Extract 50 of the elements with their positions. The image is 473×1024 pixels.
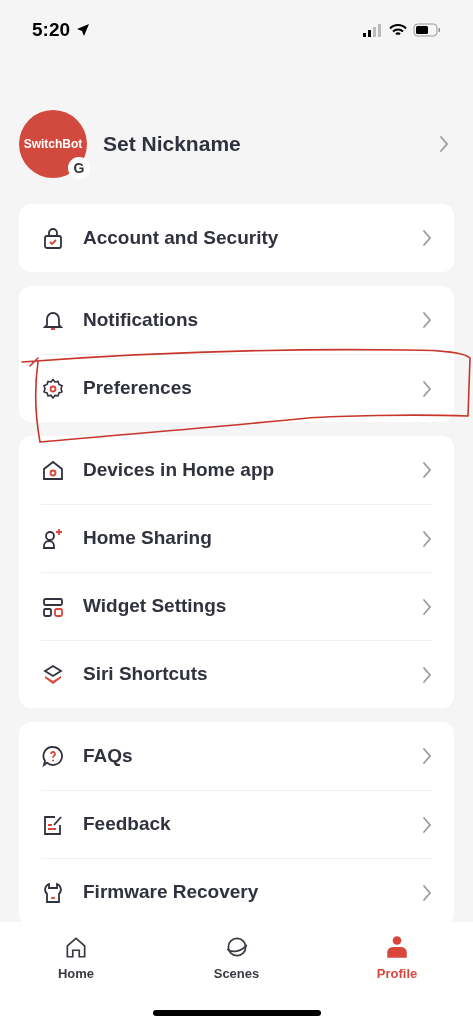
chevron-right-icon [422,379,432,398]
menu-label: Feedback [83,812,172,837]
menu-label: Preferences [83,376,193,401]
battery-icon [413,23,441,37]
house-icon [41,458,65,482]
google-badge: G [68,157,90,179]
chevron-right-icon [422,461,432,479]
menu-item[interactable]: Feedback [41,790,432,858]
signal-icon [363,23,383,37]
menu-label: Home Sharing [83,526,213,551]
menu-label: FAQs [83,743,134,768]
chevron-right-icon [422,311,432,329]
menu-item[interactable]: FAQs [41,722,432,790]
menu-item[interactable]: Widget Settings [41,572,432,640]
menu-label: Siri Shortcuts [83,662,209,687]
nickname: Set Nickname [103,131,242,158]
menu-item[interactable]: Account and Security [41,204,432,272]
chevron-right-icon [422,747,432,765]
profile-row[interactable]: SwitchBot G Set Nickname [19,110,454,178]
menu-label: Devices in Home app [83,457,276,482]
wifi-icon [389,23,407,37]
avatar-text: SwitchBot [23,136,83,153]
people-icon [41,526,65,551]
menu-label: Widget Settings [83,594,228,619]
menu-label: Firmware Recovery [83,880,260,905]
chevron-right-icon [422,815,432,834]
tab[interactable]: Profile [367,934,427,984]
chevron-right-icon [422,529,432,548]
menu-item[interactable]: Devices in Home app [41,436,432,504]
layers-icon [41,662,65,687]
location-arrow-icon [76,23,91,37]
menu-label: Notifications [83,307,200,332]
chevron-right-icon [439,135,449,153]
tab[interactable]: Home [46,934,106,984]
chevron-right-icon [422,597,432,616]
chevron-right-icon [422,229,432,247]
status-time: 5:20 [32,17,71,42]
menu-item[interactable]: Siri Shortcuts [41,640,432,708]
menu-item[interactable]: Preferences [41,354,432,422]
question-bubble-icon [41,744,65,768]
chevron-right-icon [422,665,432,684]
menu-item[interactable]: Home Sharing [41,504,432,572]
gear-icon [41,376,65,401]
person-icon [384,934,410,960]
tab[interactable]: Scenes [206,934,267,984]
wrench-icon [41,880,65,905]
menu-item[interactable]: Notifications [41,286,432,354]
menu-label: Account and Security [83,225,280,250]
lock-icon [41,226,65,250]
chevron-right-icon [422,883,432,902]
